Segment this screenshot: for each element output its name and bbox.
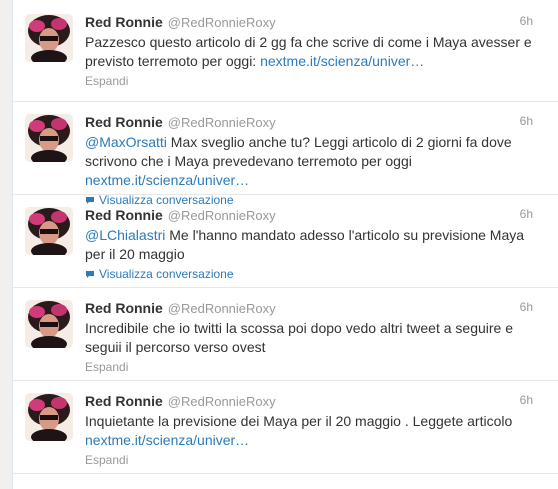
avatar[interactable] (25, 393, 73, 441)
tweet-header: Red Ronnie @RedRonnieRoxy (85, 300, 548, 317)
view-conversation-label: Visualizza conversazione (99, 267, 234, 281)
tweet-header: Red Ronnie @RedRonnieRoxy (85, 14, 548, 31)
tweet-text: @LChialastri Me l'hanno mandato adesso l… (85, 226, 548, 264)
expand-link[interactable]: Espandi (85, 73, 548, 89)
tweet-text: Incredibile che io twitti la scossa poi … (85, 319, 548, 357)
tweet-body: Incredibile che io twitti la scossa poi … (85, 320, 514, 355)
speech-bubble-icon (86, 271, 94, 278)
tweet-fullname[interactable]: Red Ronnie (85, 393, 163, 409)
tweet-timestamp[interactable]: 6h (520, 14, 533, 28)
view-conversation-link[interactable]: Visualizza conversazione (85, 266, 548, 282)
expand-link[interactable]: Espandi (85, 359, 548, 375)
tweet-fullname[interactable]: Red Ronnie (85, 207, 163, 223)
tweet-timestamp[interactable]: 6h (520, 114, 533, 128)
tweet-link[interactable]: nextme.it/scienza/univer… (85, 172, 249, 188)
tweet-item[interactable]: Red Ronnie @RedRonnieRoxy 6h @LChialastri… (13, 195, 558, 288)
avatar[interactable] (25, 207, 73, 255)
tweet-timestamp[interactable]: 6h (520, 207, 533, 221)
tweet-text: Pazzesco questo articolo di 2 gg fa che … (85, 33, 548, 71)
tweet-item[interactable]: Red Ronnie @RedRonnieRoxy 6h Inquietante … (13, 381, 558, 474)
tweet-fullname[interactable]: Red Ronnie (85, 14, 163, 30)
avatar[interactable] (25, 114, 73, 162)
tweet-header: Red Ronnie @RedRonnieRoxy (85, 114, 548, 131)
tweet-username[interactable]: @RedRonnieRoxy (168, 115, 276, 130)
tweet-link[interactable]: nextme.it/scienza/univer… (260, 53, 424, 69)
tweet-link[interactable]: nextme.it/scienza/univer… (85, 432, 249, 448)
tweet-username[interactable]: @RedRonnieRoxy (168, 208, 276, 223)
tweet-header: Red Ronnie @RedRonnieRoxy (85, 207, 548, 224)
avatar[interactable] (25, 300, 73, 348)
avatar[interactable] (25, 14, 73, 62)
tweet-stream: Red Ronnie @RedRonnieRoxy 6h Pazzesco que… (12, 0, 558, 489)
tweet-fullname[interactable]: Red Ronnie (85, 114, 163, 130)
expand-link[interactable]: Espandi (85, 452, 548, 468)
tweet-item[interactable]: Red Ronnie @RedRonnieRoxy 6h Pazzesco que… (13, 0, 558, 102)
tweet-mention[interactable]: @LChialastri (85, 227, 165, 243)
tweet-fullname[interactable]: Red Ronnie (85, 300, 163, 316)
tweet-header: Red Ronnie @RedRonnieRoxy (85, 393, 548, 410)
tweet-body: Inquietante la previsione dei Maya per i… (85, 413, 513, 429)
tweet-mention[interactable]: @MaxOrsatti (85, 134, 167, 150)
tweet-text: Inquietante la previsione dei Maya per i… (85, 412, 548, 450)
tweet-username[interactable]: @RedRonnieRoxy (168, 301, 276, 316)
tweet-item[interactable]: Red Ronnie @RedRonnieRoxy 6h @MaxOrsatti … (13, 102, 558, 207)
tweet-text: @MaxOrsatti Max sveglio anche tu? Leggi … (85, 133, 548, 190)
tweet-timestamp[interactable]: 6h (520, 393, 533, 407)
tweet-item[interactable]: Red Ronnie @RedRonnieRoxy 6h Incredibile … (13, 288, 558, 381)
tweet-timestamp[interactable]: 6h (520, 300, 533, 314)
tweet-username[interactable]: @RedRonnieRoxy (168, 15, 276, 30)
tweet-username[interactable]: @RedRonnieRoxy (168, 394, 276, 409)
